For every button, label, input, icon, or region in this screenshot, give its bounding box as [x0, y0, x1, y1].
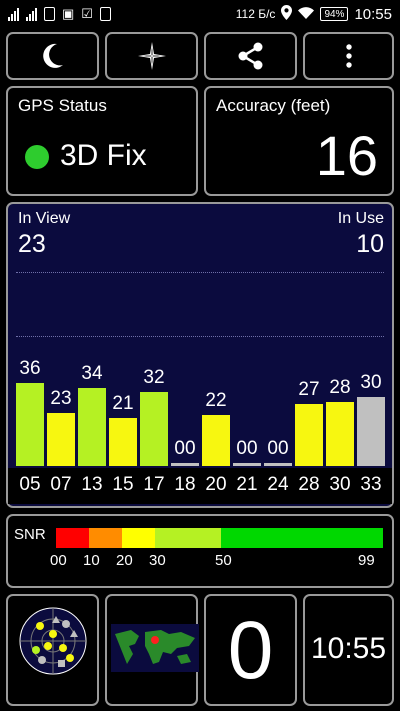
satellite-bar	[264, 463, 292, 466]
status-time: 10:55	[354, 5, 392, 23]
compass-button[interactable]	[105, 32, 198, 80]
satellite-snr-label: 30	[360, 372, 382, 393]
snr-segment	[56, 528, 89, 548]
satellite-prn-label: 24	[267, 474, 289, 495]
clipboard-check-icon: ☑	[81, 6, 93, 21]
bars-area: 36 23 34 21 32 00 22 00 00 27 28 30	[8, 204, 392, 506]
satellite-bar	[47, 413, 75, 466]
satellite-prn-label: 17	[143, 474, 165, 495]
more-vertical-icon	[345, 44, 352, 68]
satellite-snr-label: 36	[19, 358, 41, 380]
satellite-bar	[326, 401, 354, 466]
satellite-snr-label: 28	[329, 376, 351, 398]
signal-icon-secondary	[26, 7, 37, 21]
snr-tick-label: 20	[116, 552, 133, 569]
satellite-snr-label: 32	[143, 367, 165, 389]
share-icon	[238, 42, 262, 70]
satellite-prn-label: 18	[174, 474, 196, 495]
network-speed: 112 Б/с	[235, 7, 276, 21]
snr-label: SNR	[14, 526, 46, 543]
count-display: 0	[204, 594, 297, 706]
accuracy-card: Accuracy (feet) 16	[204, 86, 394, 196]
prn-label-row: 05 07 13 15 17 18 20 21 24 28 30 33	[8, 468, 392, 504]
snr-legend: SNR 00 10 20 30 50 99	[6, 514, 394, 588]
satellite-snr-label: 21	[112, 392, 134, 414]
satellite-bar	[171, 463, 199, 466]
satellite-signal-chart: In View 23 In Use 10 36 23 34 21 32 00 22 00 00 2…	[6, 202, 394, 508]
snr-tick-label: 00	[50, 552, 67, 569]
satellite-bar	[357, 397, 385, 466]
snr-segment	[155, 528, 221, 548]
sky-radar-icon	[19, 607, 87, 675]
satellite-snr-label: 00	[267, 438, 289, 459]
satellite-bar	[16, 383, 44, 466]
snr-tick-label: 50	[215, 552, 232, 569]
count-value: 0	[227, 605, 274, 696]
snr-tick-label: 99	[358, 552, 375, 569]
clock-time: 10:55	[310, 632, 387, 665]
snr-segment	[89, 528, 122, 548]
satellite-bar	[202, 415, 230, 466]
satellite-bar	[233, 463, 261, 466]
satellite-snr-label: 00	[236, 438, 258, 459]
clock-display: 10:55	[303, 594, 394, 706]
satellite-prn-label: 05	[19, 474, 41, 495]
share-button[interactable]	[204, 32, 297, 80]
satellite-snr-label: 27	[298, 378, 320, 400]
gps-status-card: GPS Status 3D Fix	[6, 86, 198, 196]
satellite-prn-label: 20	[205, 474, 227, 495]
satellite-snr-label: 00	[174, 438, 196, 459]
satellite-bar	[109, 417, 137, 466]
satellite-prn-label: 15	[112, 474, 134, 495]
location-icon	[281, 5, 293, 23]
fix-status-text: 3D Fix	[60, 139, 147, 172]
compass-icon	[137, 42, 166, 70]
satellite-snr-label: 34	[81, 362, 103, 384]
night-mode-button[interactable]	[6, 32, 99, 80]
snr-color-scale	[56, 528, 383, 548]
satellite-snr-label: 22	[205, 390, 227, 412]
world-map-icon	[111, 624, 199, 672]
snr-tick-label: 30	[149, 552, 166, 569]
fix-status-indicator	[25, 145, 49, 169]
sim-icon	[44, 7, 55, 21]
gps-status-title: GPS Status	[18, 96, 107, 115]
signal-icon	[8, 7, 19, 21]
status-bar: ▣ ☑ 112 Б/с 94% 10:55	[0, 0, 400, 28]
battery-indicator: 94%	[320, 7, 349, 21]
satellite-prn-label: 13	[81, 474, 103, 495]
accuracy-title: Accuracy (feet)	[216, 96, 331, 115]
sd-card-icon	[99, 7, 111, 21]
satellite-prn-label: 33	[360, 474, 382, 495]
snr-segment	[122, 528, 155, 548]
sky-view-button[interactable]	[6, 594, 99, 706]
satellite-prn-label: 07	[50, 474, 72, 495]
satellite-prn-label: 21	[236, 474, 258, 495]
satellite-prn-label: 30	[329, 474, 351, 495]
accuracy-value: 16	[315, 124, 378, 187]
satellite-bar	[295, 403, 323, 466]
satellite-bar	[78, 387, 106, 466]
radio-icon: ▣	[62, 6, 75, 21]
world-map-button[interactable]	[105, 594, 199, 706]
wifi-icon	[298, 6, 315, 22]
snr-segment	[221, 528, 383, 548]
satellite-snr-label: 23	[50, 388, 72, 410]
satellite-bar	[140, 392, 168, 466]
more-options-button[interactable]	[303, 32, 394, 80]
satellite-prn-label: 28	[298, 474, 320, 495]
snr-tick-label: 10	[83, 552, 100, 569]
moon-icon	[42, 43, 63, 68]
